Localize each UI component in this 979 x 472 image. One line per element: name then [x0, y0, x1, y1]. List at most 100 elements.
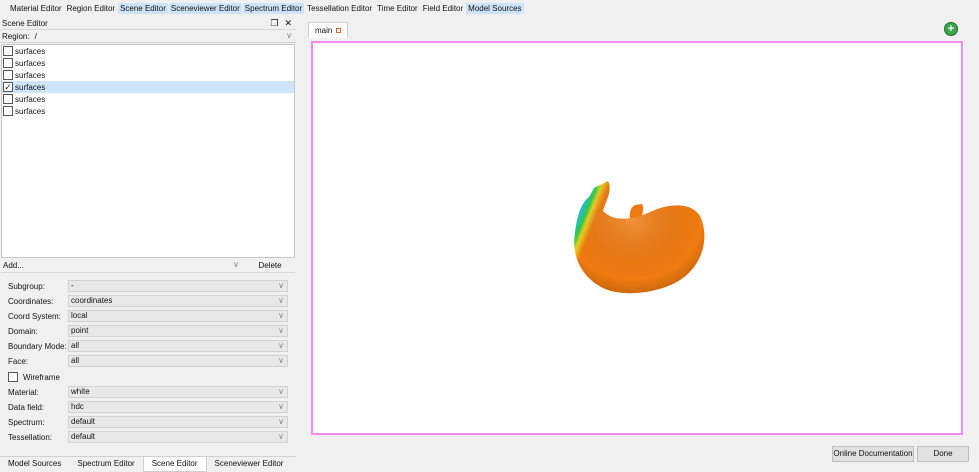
domain-value: point [71, 326, 89, 335]
chevron-down-icon: ∨ [278, 326, 284, 335]
subgroup-label: Subgroup: [8, 282, 45, 291]
material-row: Material: white ∨ [8, 385, 290, 400]
region-value: / [34, 31, 37, 41]
list-item-label: surfaces [15, 94, 46, 104]
list-item[interactable]: surfaces [2, 69, 294, 81]
material-label: Material: [8, 388, 39, 397]
visibility-checkbox[interactable] [3, 58, 13, 68]
chevron-down-icon: ∨ [278, 432, 284, 441]
spectrum-row: Spectrum: default ∨ [8, 415, 290, 430]
tab-scene-editor[interactable]: Scene Editor [142, 457, 207, 472]
face-value: all [71, 356, 80, 365]
menu-sceneviewer-editor[interactable]: Sceneviewer Editor [168, 3, 242, 14]
boundary-mode-row: Boundary Mode: all ∨ [8, 339, 290, 354]
subgroup-value: - [71, 281, 74, 290]
region-chooser[interactable]: Region: / ∨ [0, 30, 296, 43]
face-label: Face: [8, 357, 29, 366]
tessellation-value: default [71, 432, 96, 441]
menu-model-sources[interactable]: Model Sources [466, 3, 524, 14]
visibility-checkbox-checked[interactable]: ✓ [3, 82, 13, 92]
list-item-label: surfaces [15, 46, 46, 56]
dock-tabs: Model Sources Spectrum Editor Scene Edit… [0, 456, 296, 472]
visibility-checkbox[interactable] [3, 94, 13, 104]
tab-sceneviewer-editor[interactable]: Sceneviewer Editor [207, 457, 292, 472]
list-item[interactable]: surfaces [2, 105, 294, 117]
menu-time-editor[interactable]: Time Editor [375, 3, 420, 14]
add-graphics-row: Add... ∨ Delete [1, 259, 295, 273]
chevron-down-icon: ∨ [278, 417, 284, 426]
spectrum-value: default [71, 417, 96, 426]
editor-menubar: Material Editor Region Editor Scene Edit… [0, 0, 979, 17]
delete-button[interactable]: Delete [245, 259, 295, 273]
tab-main[interactable]: main [308, 22, 349, 38]
float-icon[interactable]: ❐ [270, 18, 278, 29]
chevron-down-icon: ∨ [278, 281, 284, 290]
wireframe-checkbox[interactable] [8, 372, 18, 382]
chevron-down-icon: ∨ [278, 402, 284, 411]
close-tab-icon[interactable] [336, 28, 342, 33]
domain-row: Domain: point ∨ [8, 324, 290, 339]
boundary-mode-value: all [71, 341, 80, 350]
list-item-label: surfaces [15, 58, 46, 68]
done-button[interactable]: Done [917, 446, 969, 462]
menu-tessellation-editor[interactable]: Tessellation Editor [305, 3, 374, 14]
list-item-label: surfaces [15, 82, 46, 92]
panel-title-bar: Scene Editor ❐ ✕ [0, 17, 296, 30]
visibility-checkbox[interactable] [3, 46, 13, 56]
face-row: Face: all ∨ [8, 354, 290, 369]
face-select[interactable]: all ∨ [68, 355, 288, 367]
tessellation-select[interactable]: default ∨ [68, 431, 288, 443]
spectrum-select[interactable]: default ∨ [68, 416, 288, 428]
chevron-down-icon: ∨ [278, 311, 284, 320]
subgroup-select[interactable]: - ∨ [68, 280, 288, 292]
tessellation-label: Tessellation: [8, 433, 53, 442]
close-icon[interactable]: ✕ [284, 18, 292, 29]
list-item-label: surfaces [15, 106, 46, 116]
coord-system-label: Coord System: [8, 312, 61, 321]
spectrum-label: Spectrum: [8, 418, 45, 427]
list-item[interactable]: surfaces [2, 57, 294, 69]
coordinates-value: coordinates [71, 296, 113, 305]
subgroup-row: Subgroup: - ∨ [8, 279, 290, 294]
chevron-down-icon: ∨ [278, 296, 284, 305]
list-item[interactable]: surfaces [2, 45, 294, 57]
data-field-value: hdc [71, 402, 84, 411]
region-label: Region: [2, 31, 30, 41]
chevron-down-icon[interactable]: ∨ [286, 31, 292, 40]
tessellation-row: Tessellation: default ∨ [8, 430, 290, 445]
domain-label: Domain: [8, 327, 38, 336]
visibility-checkbox[interactable] [3, 70, 13, 80]
menu-spectrum-editor[interactable]: Spectrum Editor [242, 3, 305, 14]
sceneviewer-canvas[interactable] [311, 41, 963, 435]
tab-model-sources[interactable]: Model Sources [0, 457, 69, 472]
material-select[interactable]: white ∨ [68, 386, 288, 398]
add-graphics-combo[interactable]: Add... [1, 261, 24, 270]
online-documentation-button[interactable]: Online Documentation [832, 446, 914, 462]
menu-field-editor[interactable]: Field Editor [421, 3, 465, 14]
menu-material-editor[interactable]: Material Editor [8, 3, 64, 14]
stomach-model [574, 181, 705, 294]
tab-main-label: main [315, 26, 333, 35]
coord-system-row: Coord System: local ∨ [8, 309, 290, 324]
chevron-down-icon[interactable]: ∨ [233, 260, 239, 269]
visibility-checkbox[interactable] [3, 106, 13, 116]
wireframe-row: Wireframe [8, 369, 290, 385]
coord-system-select[interactable]: local ∨ [68, 310, 288, 322]
list-item-selected[interactable]: ✓ surfaces [2, 81, 294, 93]
data-field-label: Data field: [8, 403, 45, 412]
boundary-mode-select[interactable]: all ∨ [68, 340, 288, 352]
coordinates-select[interactable]: coordinates ∨ [68, 295, 288, 307]
coordinates-label: Coordinates: [8, 297, 54, 306]
list-item[interactable]: surfaces [2, 93, 294, 105]
coord-system-value: local [71, 311, 88, 320]
chevron-down-icon: ∨ [278, 341, 284, 350]
tab-spectrum-editor[interactable]: Spectrum Editor [69, 457, 142, 472]
menu-scene-editor[interactable]: Scene Editor [118, 3, 168, 14]
data-field-select[interactable]: hdc ∨ [68, 401, 288, 413]
graphics-list: surfaces surfaces surfaces ✓ surfaces su… [1, 44, 295, 258]
plus-icon[interactable]: + [944, 22, 958, 36]
data-field-row: Data field: hdc ∨ [8, 400, 290, 415]
menu-region-editor[interactable]: Region Editor [65, 3, 117, 14]
viewer-area: main + [305, 20, 975, 440]
domain-select[interactable]: point ∨ [68, 325, 288, 337]
